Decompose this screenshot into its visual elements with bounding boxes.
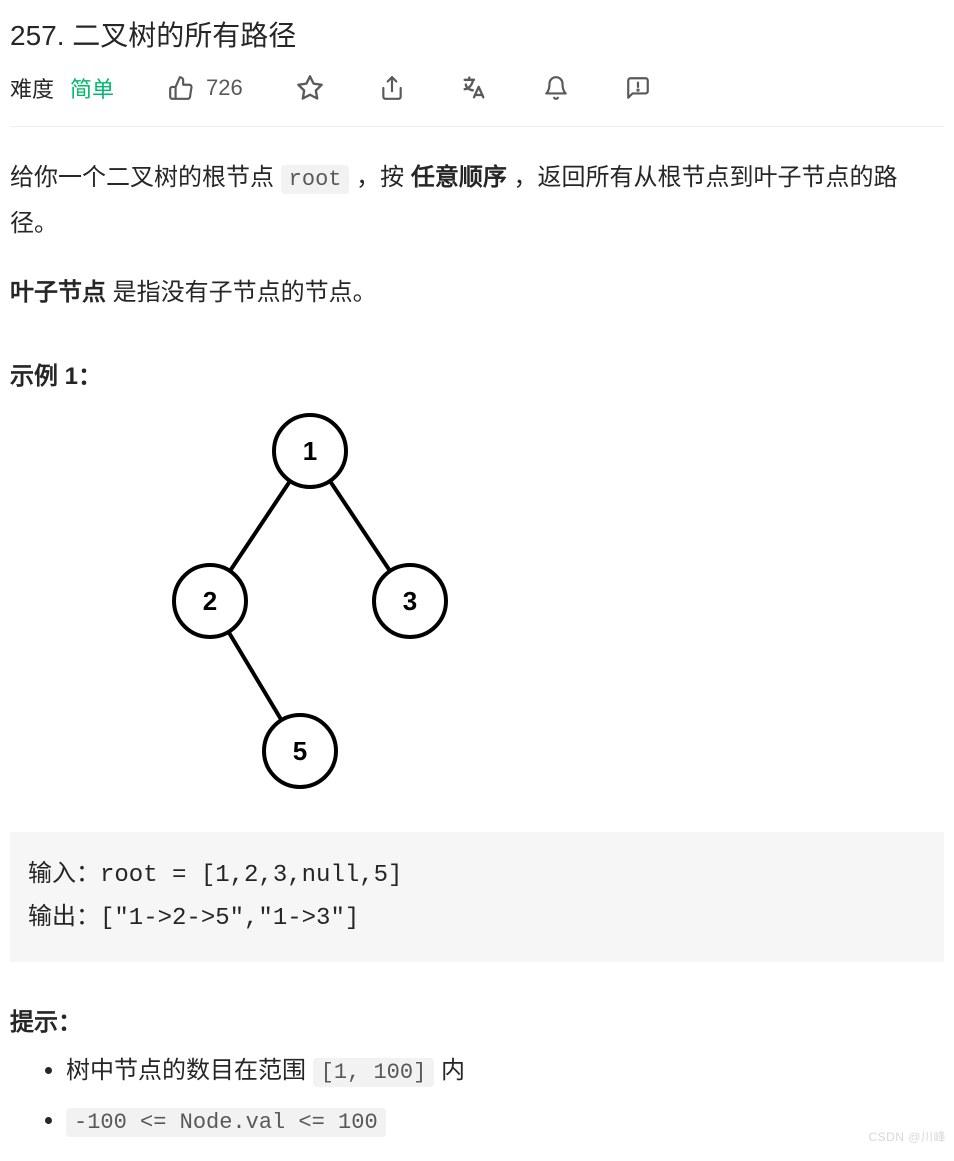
tree-node-label: 2	[203, 586, 217, 616]
example-output-line: 输出：["1->2->5","1->3"]	[28, 897, 926, 940]
share-button[interactable]	[377, 73, 407, 103]
output-label: 输出：	[28, 905, 100, 932]
bold-text: 任意顺序	[411, 164, 507, 191]
hints-list: 树中节点的数目在范围 [1, 100] 内 -100 <= Node.val <=…	[10, 1047, 944, 1145]
output-value: ["1->2->5","1->3"]	[100, 905, 359, 932]
text: 给你一个二叉树的根节点	[10, 164, 281, 191]
thumbs-up-icon	[166, 73, 196, 103]
inline-code-root: root	[281, 165, 350, 194]
notification-button[interactable]	[541, 73, 571, 103]
translate-button[interactable]	[459, 73, 489, 103]
text: 内	[434, 1057, 465, 1084]
favorite-button[interactable]	[295, 73, 325, 103]
description-paragraph-1: 给你一个二叉树的根节点 root ，按 任意顺序 ，返回所有从根节点到叶子节点的…	[10, 155, 944, 246]
example-heading: 示例 1：	[10, 356, 944, 391]
tree-node-label: 1	[303, 436, 317, 466]
hint-item: -100 <= Node.val <= 100	[66, 1097, 944, 1145]
feedback-button[interactable]	[623, 73, 653, 103]
difficulty-label: 难度	[10, 72, 54, 104]
watermark: CSDN @川峰	[868, 1128, 946, 1145]
difficulty-value: 简单	[70, 72, 114, 104]
tree-node-label: 3	[403, 586, 417, 616]
tree-edge	[229, 632, 282, 720]
text: 树中节点的数目在范围	[66, 1057, 313, 1084]
text: ，按	[356, 164, 411, 191]
meta-row: 难度 简单 726	[10, 72, 944, 127]
inline-code: [1, 100]	[313, 1058, 435, 1087]
like-count: 726	[206, 75, 243, 101]
tree-edge	[230, 481, 290, 571]
tree-edge	[330, 481, 390, 571]
input-label: 输入：	[28, 862, 100, 889]
example-io: 输入：root = [1,2,3,null,5] 输出：["1->2->5","…	[10, 832, 944, 962]
text: 是指没有子节点的节点。	[113, 279, 377, 306]
problem-title: 257. 二叉树的所有路径	[10, 14, 944, 54]
input-value: root = [1,2,3,null,5]	[100, 862, 402, 889]
bold-text: 叶子节点	[10, 279, 106, 306]
tree-node-label: 5	[293, 736, 307, 766]
difficulty-group: 难度 简单	[10, 72, 114, 104]
tree-diagram: 1 2 3 5	[150, 401, 944, 806]
description-paragraph-2: 叶子节点 是指没有子节点的节点。	[10, 270, 944, 316]
inline-code: -100 <= Node.val <= 100	[66, 1108, 386, 1137]
hint-item: 树中节点的数目在范围 [1, 100] 内	[66, 1047, 944, 1095]
example-input-line: 输入：root = [1,2,3,null,5]	[28, 854, 926, 897]
hints-heading: 提示：	[10, 1002, 944, 1037]
like-button[interactable]: 726	[166, 73, 243, 103]
